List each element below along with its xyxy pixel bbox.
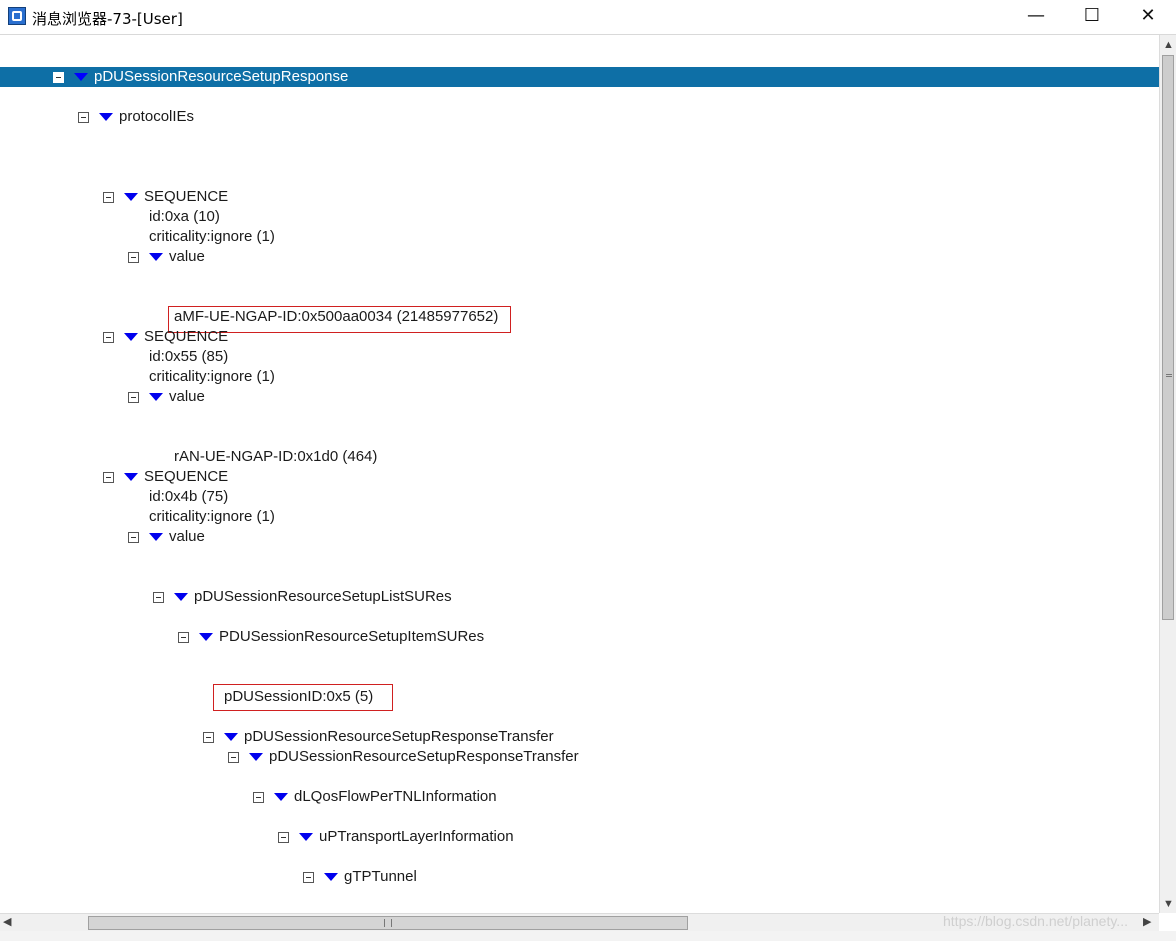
collapse-icon[interactable] xyxy=(153,591,164,603)
grip-icon xyxy=(1166,374,1172,377)
close-button[interactable]: ✕ xyxy=(1120,0,1176,34)
collapse-icon[interactable] xyxy=(178,631,189,643)
vertical-scroll-thumb[interactable] xyxy=(1162,55,1174,620)
tree-node-label: uPTransportLayerInformation xyxy=(319,828,514,845)
tree-leaf-id[interactable]: id:0x55 (85) xyxy=(149,347,228,367)
expand-arrow-icon xyxy=(124,193,138,202)
tree-node-label: pDUSessionResourceSetupResponse xyxy=(94,68,349,85)
scroll-left-icon[interactable]: ◀ xyxy=(3,915,11,929)
collapse-icon[interactable] xyxy=(203,731,214,743)
tree-node-setup-list[interactable]: pDUSessionResourceSetupListSURes xyxy=(153,587,452,607)
collapse-icon[interactable] xyxy=(103,471,114,483)
tree-node-setup-item[interactable]: PDUSessionResourceSetupItemSURes xyxy=(178,627,484,647)
tree-node-value[interactable]: value xyxy=(128,527,205,547)
expand-arrow-icon xyxy=(149,253,163,262)
expand-arrow-icon xyxy=(99,113,113,122)
expand-arrow-icon xyxy=(224,733,238,742)
tree-leaf-ran-ue-ngap-id[interactable]: rAN-UE-NGAP-ID:0x1d0 (464) xyxy=(174,447,377,467)
expand-arrow-icon xyxy=(149,533,163,542)
grip-icon xyxy=(384,919,392,927)
tree-leaf-criticality[interactable]: criticality:ignore (1) xyxy=(149,227,275,247)
expand-arrow-icon xyxy=(149,393,163,402)
collapse-icon[interactable] xyxy=(128,391,139,403)
tree-node-value[interactable]: value xyxy=(128,247,205,267)
expand-arrow-icon xyxy=(174,593,188,602)
tree-node-label: SEQUENCE xyxy=(144,468,229,485)
tree-node-label: pDUSessionResourceSetupListSURes xyxy=(194,588,452,605)
expand-arrow-icon xyxy=(249,753,263,762)
vertical-scrollbar[interactable]: ▲ ▼ xyxy=(1159,35,1176,913)
title-bar: 消息浏览器-73-[User] — ☐ ✕ xyxy=(0,0,1176,35)
tree-leaf-id[interactable]: id:0x4b (75) xyxy=(149,487,228,507)
tree-node-label: value xyxy=(169,248,205,265)
tree-node-sequence[interactable]: SEQUENCE xyxy=(103,467,228,487)
collapse-icon[interactable] xyxy=(103,191,114,203)
tree-leaf-criticality[interactable]: criticality:ignore (1) xyxy=(149,507,275,527)
tree-node-label: PDUSessionResourceSetupItemSURes xyxy=(219,628,485,645)
tree-node-sequence[interactable]: SEQUENCE xyxy=(103,187,228,207)
tree-node-root[interactable]: pDUSessionResourceSetupResponse xyxy=(0,67,1159,87)
tree-node-label: gTPTunnel xyxy=(344,868,417,885)
app-icon xyxy=(8,7,26,25)
tree-node-value[interactable]: value xyxy=(128,387,205,407)
expand-arrow-icon xyxy=(124,473,138,482)
tree-node-sequence[interactable]: SEQUENCE xyxy=(103,327,228,347)
collapse-icon[interactable] xyxy=(103,331,114,343)
tree-node-label: pDUSessionResourceSetupResponseTransfer xyxy=(244,728,554,745)
watermark: https://blog.csdn.net/planety... xyxy=(943,913,1128,929)
message-tree: pDUSessionResourceSetupResponse protocol… xyxy=(0,35,1159,913)
tree-node-dl-qos-flow[interactable]: dLQosFlowPerTNLInformation xyxy=(253,787,497,807)
horizontal-scroll-thumb[interactable] xyxy=(88,916,688,930)
collapse-icon[interactable] xyxy=(78,111,89,123)
expand-arrow-icon xyxy=(124,333,138,342)
tree-leaf-criticality[interactable]: criticality:ignore (1) xyxy=(149,367,275,387)
expand-arrow-icon xyxy=(324,873,338,882)
window-bottom-edge xyxy=(0,931,1176,941)
tree-node-response-transfer[interactable]: pDUSessionResourceSetupResponseTransfer xyxy=(203,727,554,747)
tree-node-label: SEQUENCE xyxy=(144,188,229,205)
expand-arrow-icon xyxy=(299,833,313,842)
collapse-icon[interactable] xyxy=(53,71,64,83)
collapse-icon[interactable] xyxy=(228,751,239,763)
scroll-up-icon[interactable]: ▲ xyxy=(1163,38,1174,52)
tree-node-label: dLQosFlowPerTNLInformation xyxy=(294,788,497,805)
tree-node-response-transfer-inner[interactable]: pDUSessionResourceSetupResponseTransfer xyxy=(228,747,579,767)
tree-leaf-pdu-session-id[interactable]: pDUSessionID:0x5 (5) xyxy=(224,687,373,707)
window-title: 消息浏览器-73-[User] xyxy=(32,10,183,28)
tree-leaf-amf-ue-ngap-id[interactable]: aMF-UE-NGAP-ID:0x500aa0034 (21485977652) xyxy=(174,307,498,327)
collapse-icon[interactable] xyxy=(253,791,264,803)
tree-node-label: value xyxy=(169,528,205,545)
collapse-icon[interactable] xyxy=(128,251,139,263)
tree-node-up-transport[interactable]: uPTransportLayerInformation xyxy=(278,827,514,847)
expand-arrow-icon xyxy=(74,73,88,82)
tree-leaf-id[interactable]: id:0xa (10) xyxy=(149,207,220,227)
tree-node-gtp-tunnel[interactable]: gTPTunnel xyxy=(303,867,417,887)
collapse-icon[interactable] xyxy=(303,871,314,883)
minimize-button[interactable]: — xyxy=(1008,0,1064,34)
expand-arrow-icon xyxy=(274,793,288,802)
tree-node-label: SEQUENCE xyxy=(144,328,229,345)
tree-node-label: protocolIEs xyxy=(119,108,195,125)
collapse-icon[interactable] xyxy=(128,531,139,543)
tree-node-label: value xyxy=(169,388,205,405)
tree-node-label: pDUSessionResourceSetupResponseTransfer xyxy=(269,748,579,765)
maximize-button[interactable]: ☐ xyxy=(1064,0,1120,34)
collapse-icon[interactable] xyxy=(278,831,289,843)
scroll-down-icon[interactable]: ▼ xyxy=(1163,897,1174,911)
scroll-right-icon[interactable]: ▶ xyxy=(1143,915,1151,929)
tree-node-protocolies[interactable]: protocolIEs xyxy=(78,107,194,127)
expand-arrow-icon xyxy=(199,633,213,642)
